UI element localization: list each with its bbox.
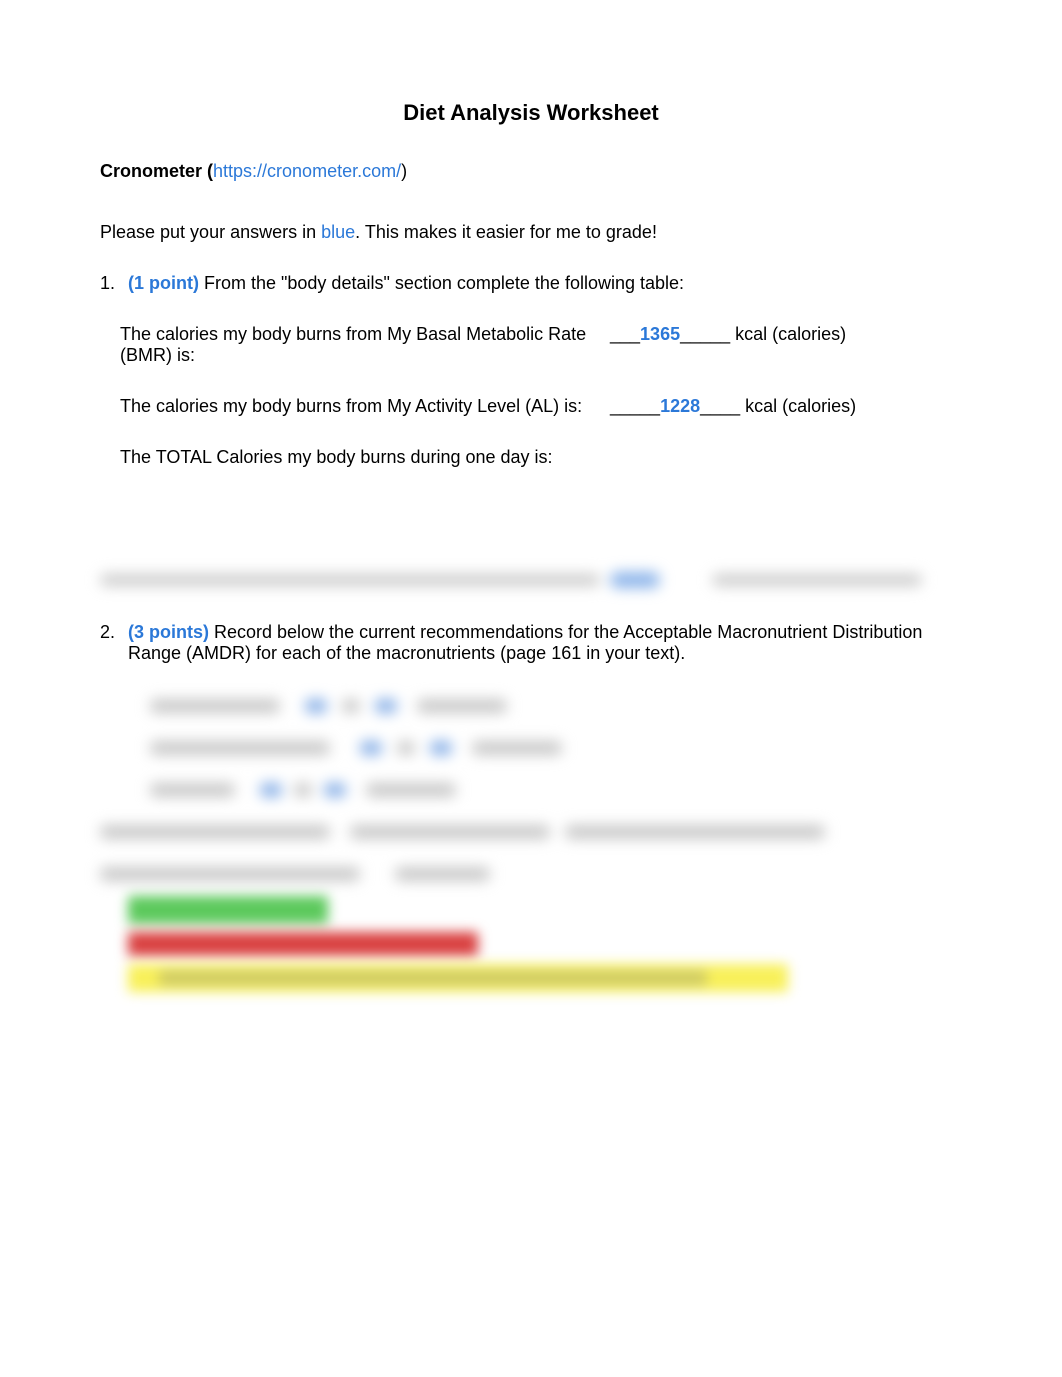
blank-pre2: _____ <box>610 396 660 416</box>
blur-blob <box>305 699 327 713</box>
blur-blob <box>150 741 330 755</box>
blur-line-1 <box>150 694 962 718</box>
q1-row-total-value-cell <box>610 447 962 468</box>
q1-row-bmr-label: The calories my body burns from My Basal… <box>120 324 610 366</box>
bmr-value: 1365 <box>640 324 680 344</box>
instruction-line: Please put your answers in blue. This ma… <box>100 222 962 243</box>
q1-number: 1. <box>100 273 128 294</box>
cronometer-label-suffix: ) <box>401 161 407 181</box>
cronometer-label-prefix: Cronometer ( <box>100 161 213 181</box>
blur-blob <box>100 825 330 839</box>
yellow-highlight-bar <box>128 964 788 992</box>
q1-text: From the "body details" section complete… <box>199 273 684 293</box>
blue-word: blue <box>321 222 355 242</box>
blank-post: _____ <box>680 324 730 344</box>
q1-row-total: The TOTAL Calories my body burns during … <box>120 447 962 468</box>
cronometer-line: Cronometer (https://cronometer.com/) <box>100 161 962 182</box>
blur-line-2 <box>150 736 962 760</box>
blur-blob <box>395 867 490 881</box>
blank-pre: ___ <box>610 324 640 344</box>
blur-blob <box>565 825 825 839</box>
q2-points: (3 points) <box>128 622 209 642</box>
blur-blob <box>430 741 452 755</box>
blurred-content-block <box>150 694 962 802</box>
q1-row-total-label: The TOTAL Calories my body burns during … <box>120 447 610 468</box>
green-highlight-bar <box>128 896 328 924</box>
q1-body: (1 point) From the "body details" sectio… <box>128 273 962 294</box>
q1-row-activity-value-cell: _____1228____ kcal (calories) <box>610 396 962 417</box>
blurred-paragraph <box>100 820 962 886</box>
q1-row-activity: The calories my body burns from My Activ… <box>120 396 962 417</box>
blur-line-3 <box>150 778 962 802</box>
blur-blob <box>150 699 280 713</box>
question-1: 1. (1 point) From the "body details" sec… <box>100 273 962 294</box>
yellow-text-overlay <box>158 971 708 985</box>
blur-blob <box>342 699 360 713</box>
instruction-pre: Please put your answers in <box>100 222 321 242</box>
blur-blob <box>100 867 360 881</box>
blur-blob <box>260 783 282 797</box>
cronometer-link[interactable]: https://cronometer.com/ <box>213 161 401 181</box>
activity-unit: kcal (calories) <box>740 396 856 416</box>
blur-blob <box>324 783 346 797</box>
blank-post2: ____ <box>700 396 740 416</box>
blur-blob <box>360 741 382 755</box>
blur-blue-spot <box>610 572 660 588</box>
q1-points: (1 point) <box>128 273 199 293</box>
worksheet-page: Diet Analysis Worksheet Cronometer (http… <box>0 0 1062 1042</box>
activity-value: 1228 <box>660 396 700 416</box>
bmr-unit: kcal (calories) <box>730 324 846 344</box>
blur-blob <box>150 783 235 797</box>
blur-blob <box>397 741 415 755</box>
q2-number: 2. <box>100 622 128 664</box>
blur-blob <box>472 741 562 755</box>
page-title: Diet Analysis Worksheet <box>100 100 962 126</box>
blurred-hidden-row <box>100 568 962 592</box>
color-bars-block <box>128 896 962 992</box>
blur-gray-left <box>100 574 600 586</box>
blur-gray-right <box>712 574 922 586</box>
blur-blob <box>350 825 550 839</box>
q1-row-bmr: The calories my body burns from My Basal… <box>120 324 962 366</box>
blur-blob <box>375 699 397 713</box>
question-2: 2. (3 points) Record below the current r… <box>100 622 962 664</box>
q1-row-activity-label: The calories my body burns from My Activ… <box>120 396 610 417</box>
blur-blob <box>366 783 456 797</box>
blur-blob <box>417 699 507 713</box>
blur-blob <box>294 783 312 797</box>
q2-text: Record below the current recommendations… <box>128 622 922 663</box>
red-highlight-bar <box>128 932 478 956</box>
instruction-post: . This makes it easier for me to grade! <box>355 222 657 242</box>
q2-body: (3 points) Record below the current reco… <box>128 622 962 664</box>
q1-row-bmr-value-cell: ___1365_____ kcal (calories) <box>610 324 962 366</box>
